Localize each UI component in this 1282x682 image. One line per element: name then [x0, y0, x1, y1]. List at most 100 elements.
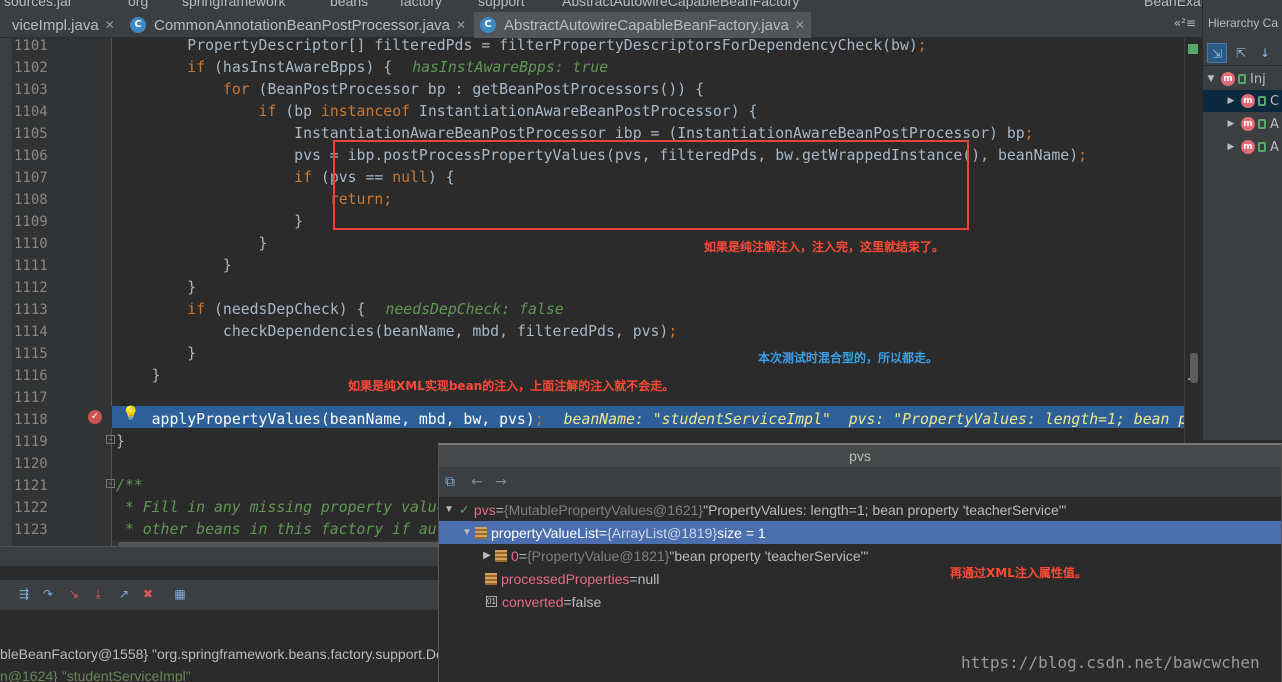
force-step-into-icon[interactable]: ⤓	[90, 586, 106, 602]
sort-alpha-icon[interactable]: ↓	[1255, 43, 1275, 63]
code-line[interactable]: }	[116, 233, 268, 255]
code-text: if (needsDepCheck) {	[187, 301, 366, 318]
popup-toolbar: ⧉ ← →	[439, 467, 1281, 497]
code-line[interactable]: if (hasInstAwareBpps) {hasInstAwareBpps:…	[116, 57, 608, 79]
breadcrumb-item[interactable]: sources.jar	[4, 0, 72, 9]
expand-arrow-icon[interactable]: ▶	[481, 550, 493, 561]
line-number: 1106	[14, 148, 48, 164]
expand-arrow-icon[interactable]: ▼	[443, 504, 455, 515]
variable-row[interactable]: n@1624} "studentServiceImpl"	[0, 668, 191, 682]
code-line[interactable]: }	[116, 277, 196, 299]
breadcrumb-item[interactable]: AbstractAutowireCapableBeanFactory	[562, 0, 799, 9]
code-line[interactable]: }	[116, 365, 161, 387]
hierarchy-row[interactable]: ▶ m C	[1203, 90, 1282, 112]
line-number: 1102	[14, 60, 48, 76]
breakpoint-icon[interactable]: ✓	[88, 410, 102, 424]
close-icon[interactable]: ✕	[795, 18, 805, 32]
expand-arrow-icon[interactable]: ▶	[1225, 142, 1237, 152]
tree-eq: =	[518, 547, 527, 564]
tree-eq: =	[563, 593, 572, 610]
code-line[interactable]: }	[116, 255, 232, 277]
tree-var-type: {PropertyValue@1821}	[526, 547, 670, 564]
highlight-box	[333, 140, 969, 230]
class-icon: C	[130, 17, 146, 33]
code-text: /**	[116, 477, 143, 494]
step-into-icon[interactable]: ↘	[66, 586, 82, 602]
breadcrumb-item[interactable]: springframework	[182, 0, 285, 9]
show-object-icon[interactable]: ⧉	[445, 474, 455, 490]
tree-row-item-0[interactable]: ▶ 0 = {PropertyValue@1821} "bean propert…	[439, 544, 1281, 567]
expand-arrow-icon[interactable]: ▼	[461, 527, 473, 538]
code-line[interactable]: for (BeanPostProcessor bp : getBeanPostP…	[116, 79, 704, 101]
method-icon: m	[1221, 72, 1235, 86]
field-icon	[485, 572, 497, 585]
boolean-field-icon: 01	[486, 596, 497, 607]
code-line[interactable]: }	[116, 211, 303, 233]
code-line[interactable]: checkDependencies(beanName, mbd, filtere…	[116, 321, 677, 343]
fold-marker-icon[interactable]: –	[106, 479, 115, 488]
hierarchy-row[interactable]: ▼ m Inj	[1203, 68, 1282, 90]
tree-var-value: size = 1	[717, 524, 766, 541]
code-line[interactable]: applyPropertyValues(beanName, mbd, bw, p…	[116, 409, 1202, 431]
tree-var-name: 0	[511, 547, 519, 564]
close-icon[interactable]: ✕	[456, 18, 466, 32]
code-line[interactable]: }	[116, 431, 125, 453]
drop-frame-icon[interactable]: ✖	[140, 586, 156, 602]
tree-row-propertyvaluelist[interactable]: ▼ propertyValueList = {ArrayList@1819} s…	[439, 521, 1281, 544]
hierarchy-row[interactable]: ▶ m A	[1203, 136, 1282, 158]
breadcrumb-item[interactable]: org	[128, 0, 148, 9]
tab-serviceimpl[interactable]: viceImpl.java ✕	[6, 12, 121, 38]
field-icon	[495, 549, 507, 562]
show-execution-point-icon[interactable]: ⇶	[16, 586, 32, 602]
line-number: 1118	[14, 412, 48, 428]
lightbulb-icon[interactable]: 💡	[122, 406, 139, 422]
back-arrow-icon[interactable]: ←	[471, 474, 483, 490]
vertical-scrollbar-thumb[interactable]	[1190, 353, 1198, 383]
tree-var-value: "bean property 'teacherService'"	[669, 547, 869, 564]
expand-arrow-icon[interactable]: ▶	[1225, 119, 1237, 129]
evaluate-expression-icon[interactable]: ▦	[172, 586, 188, 602]
tab-overflow-icon[interactable]: «²≡	[1174, 16, 1196, 30]
code-line[interactable]: }	[116, 343, 196, 365]
inline-debug-hint: needsDepCheck: false	[385, 301, 564, 318]
lock-icon	[1258, 96, 1266, 106]
inspect-popup[interactable]: pvs ⧉ ← → ▼ ✓ pvs = {MutablePropertyValu…	[438, 443, 1282, 682]
tree-row-pvs[interactable]: ▼ ✓ pvs = {MutablePropertyValues@1621} "…	[439, 498, 1281, 521]
step-over-icon[interactable]: ↷	[40, 586, 56, 602]
hierarchy-row[interactable]: ▶ m A	[1203, 113, 1282, 135]
close-icon[interactable]: ✕	[105, 18, 115, 32]
tab-label: AbstractAutowireCapableBeanFactory.java	[504, 16, 789, 34]
tree-row-processedproperties[interactable]: processedProperties = null	[439, 567, 1281, 590]
tab-abstract-autowire[interactable]: C AbstractAutowireCapableBeanFactory.jav…	[474, 12, 811, 38]
line-number: 1107	[14, 170, 48, 186]
code-text: }	[151, 367, 161, 384]
expand-arrow-icon[interactable]: ▼	[1205, 74, 1217, 84]
tree-var-value: false	[571, 593, 602, 610]
lock-icon	[1258, 142, 1266, 152]
callee-hierarchy-icon[interactable]: ⇱	[1231, 43, 1251, 63]
tree-row-converted[interactable]: 01 converted = false	[439, 590, 1281, 613]
code-line[interactable]: PropertyDescriptor[] filteredPds = filte…	[116, 38, 926, 57]
breadcrumb-item[interactable]: beans	[330, 0, 368, 9]
tab-common-annotation[interactable]: C CommonAnnotationBeanPostProcessor.java…	[124, 12, 472, 38]
fold-marker-icon[interactable]: –	[106, 435, 115, 444]
expand-arrow-icon[interactable]: ▶	[1225, 96, 1237, 106]
caller-hierarchy-icon[interactable]: ⇲	[1207, 43, 1227, 63]
code-text: applyPropertyValues(beanName, mbd, bw, p…	[151, 411, 544, 428]
hierarchy-panel: Hierarchy Ca ⇲ ⇱ ↓ ▼ m Inj ▶ m C ▶ m A ▶…	[1202, 0, 1282, 440]
popup-title[interactable]: pvs	[439, 445, 1281, 467]
watermark: https://blog.csdn.net/bawcwchen	[961, 653, 1260, 672]
step-out-icon[interactable]: ↗	[116, 586, 132, 602]
editor-tab-bar: viceImpl.java ✕ C CommonAnnotationBeanPo…	[0, 10, 1202, 38]
forward-arrow-icon[interactable]: →	[495, 474, 507, 490]
breadcrumb-item[interactable]: support	[478, 0, 525, 9]
code-text: if (bp instanceof InstantiationAwareBean…	[258, 103, 758, 120]
code-line[interactable]: if (bp instanceof InstantiationAwareBean…	[116, 101, 758, 123]
inspection-ok-icon[interactable]	[1188, 44, 1198, 54]
code-line[interactable]: /**	[116, 475, 143, 497]
code-line[interactable]: if (needsDepCheck) { needsDepCheck: false	[116, 299, 564, 321]
breadcrumb-item[interactable]: factory	[400, 0, 442, 9]
tree-eq: =	[598, 524, 608, 541]
